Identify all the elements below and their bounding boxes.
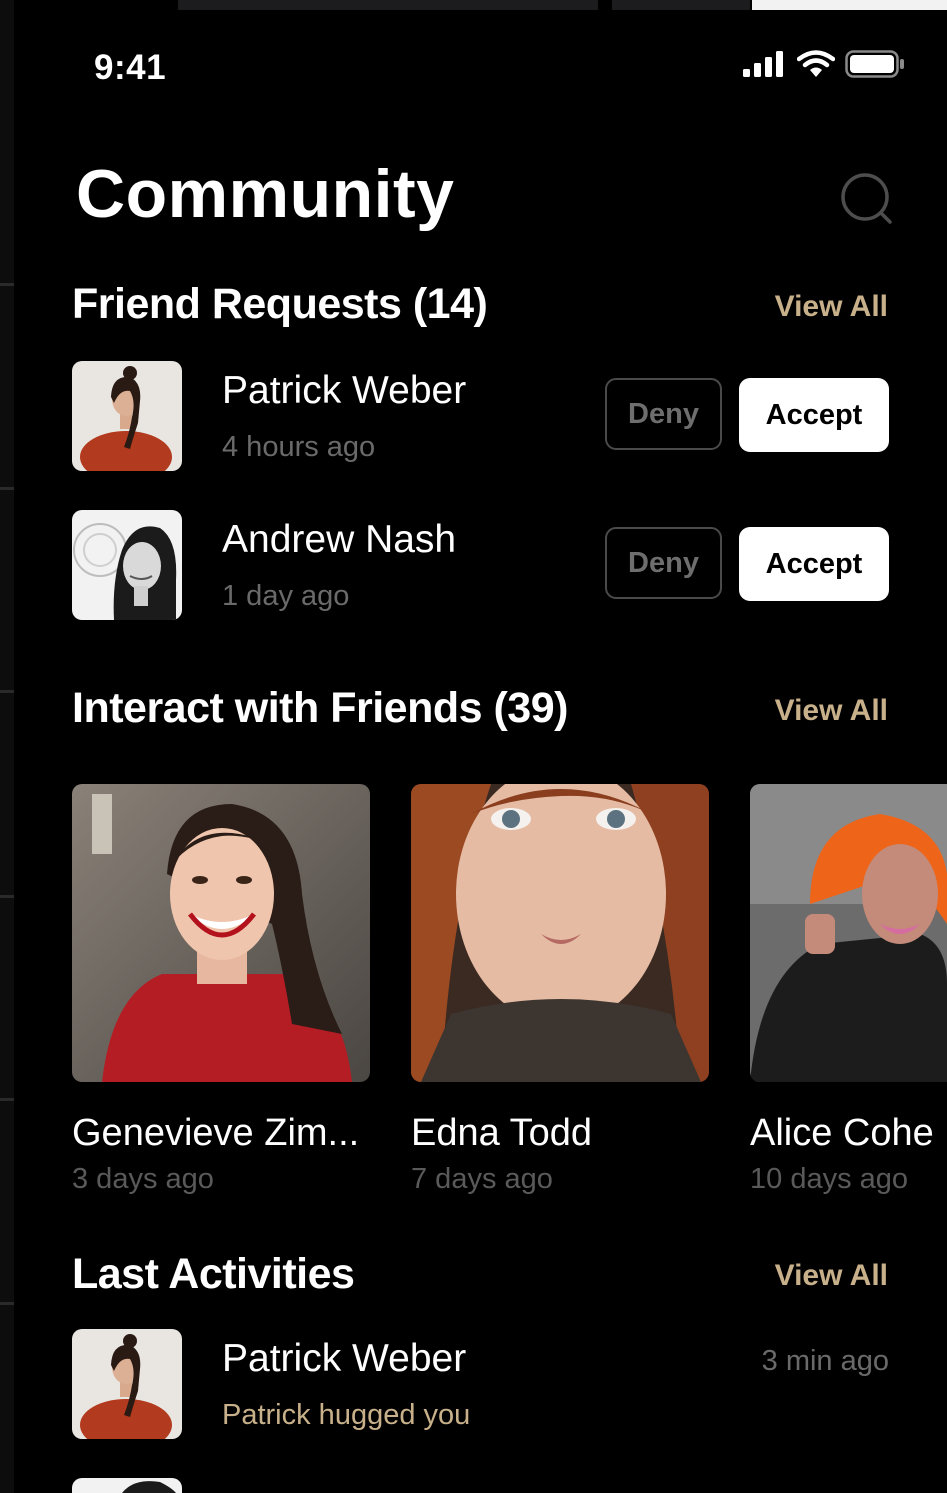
friend-photo xyxy=(72,784,370,1082)
friend-request-name: Patrick Weber xyxy=(222,369,467,412)
activity-name: Patrick Weber xyxy=(222,1337,467,1380)
accept-button[interactable]: Accept xyxy=(739,527,889,601)
cellular-signal-icon xyxy=(743,51,783,77)
friend-card[interactable] xyxy=(72,784,372,1082)
background-tick xyxy=(0,1302,14,1305)
friend-request-time: 4 hours ago xyxy=(222,431,376,463)
friend-request-item: Andrew Nash 1 day ago Deny Accept xyxy=(72,510,889,620)
friend-time: 7 days ago xyxy=(411,1163,553,1195)
background-strip xyxy=(178,0,598,10)
friend-request-time: 1 day ago xyxy=(222,580,350,612)
search-button[interactable] xyxy=(838,170,894,226)
friend-name: Edna Todd xyxy=(411,1112,593,1154)
friend-name: Alice Cohe xyxy=(750,1112,934,1154)
background-tick xyxy=(0,895,14,898)
accept-button[interactable]: Accept xyxy=(739,378,889,452)
background-strip-light xyxy=(752,0,947,10)
friend-request-name: Andrew Nash xyxy=(222,518,457,561)
interact-friends-view-all-link[interactable]: View All xyxy=(775,694,888,728)
friend-request-item: Patrick Weber 4 hours ago Deny Accept xyxy=(72,361,889,471)
background-tick xyxy=(0,487,14,490)
deny-button[interactable]: Deny xyxy=(605,378,722,450)
background-tick xyxy=(0,690,14,693)
friend-photo xyxy=(750,784,947,1082)
background-tick xyxy=(0,1098,14,1101)
avatar[interactable] xyxy=(72,361,182,471)
friend-card[interactable] xyxy=(411,784,711,1082)
friend-photo xyxy=(411,784,709,1082)
avatar xyxy=(72,1329,182,1439)
avatar[interactable] xyxy=(72,510,182,620)
activity-description: Patrick hugged you xyxy=(222,1399,471,1431)
friend-time: 3 days ago xyxy=(72,1163,214,1195)
last-activities-view-all-link[interactable]: View All xyxy=(775,1259,888,1293)
avatar xyxy=(72,1478,182,1493)
friend-requests-title: Friend Requests (14) xyxy=(72,280,488,328)
friend-name: Genevieve Zim... xyxy=(72,1112,360,1154)
battery-icon xyxy=(845,50,904,78)
search-icon xyxy=(841,173,892,224)
wifi-icon xyxy=(797,50,835,77)
friend-card[interactable] xyxy=(750,784,947,1082)
status-time: 9:41 xyxy=(94,48,167,87)
activity-time: 3 min ago xyxy=(761,1345,889,1377)
deny-button[interactable]: Deny xyxy=(605,527,722,599)
background-edge xyxy=(0,0,14,1493)
background-strip xyxy=(612,0,750,10)
activity-item[interactable]: Patrick Weber Patrick hugged you 3 min a… xyxy=(72,1329,889,1439)
interact-friends-title: Interact with Friends (39) xyxy=(72,684,568,732)
last-activities-title: Last Activities xyxy=(72,1250,355,1298)
status-icons xyxy=(743,50,905,78)
friend-requests-view-all-link[interactable]: View All xyxy=(775,290,888,324)
friend-time: 10 days ago xyxy=(750,1163,909,1195)
page-title: Community xyxy=(76,156,455,232)
background-tick xyxy=(0,283,14,286)
